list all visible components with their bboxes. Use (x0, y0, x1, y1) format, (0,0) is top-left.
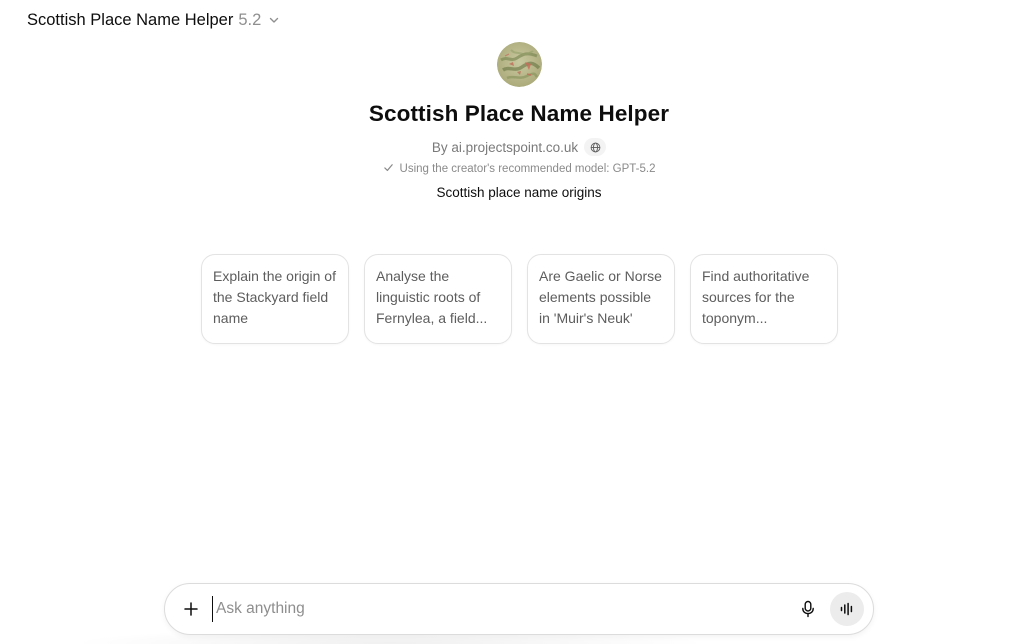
recommended-model-note: Using the creator's recommended model: G… (383, 162, 656, 176)
conversation-starters: Explain the origin of the Stackyard fiel… (201, 254, 838, 344)
gpt-description: Scottish place name origins (436, 185, 602, 200)
message-input[interactable] (212, 596, 794, 622)
gpt-avatar (496, 42, 542, 87)
gpt-name: Scottish Place Name Helper (27, 10, 234, 29)
creator-link-text: By ai.projectspoint.co.uk (431, 139, 579, 155)
gpt-intro: Scottish Place Name Helper By ai.project… (0, 42, 1024, 200)
starter-card[interactable]: Explain the origin of the Stackyard fiel… (201, 254, 349, 344)
message-composer (164, 583, 874, 635)
creator-byline: By ai.projectspoint.co.uk (431, 138, 607, 156)
starter-text: Explain the origin of the Stackyard fiel… (213, 268, 336, 326)
voice-mode-icon[interactable] (830, 592, 864, 626)
starter-text: Analyse the linguistic roots of Fernylea… (376, 268, 488, 326)
model-version: 5.2 (238, 10, 262, 29)
plus-icon[interactable] (178, 596, 204, 622)
gpt-title: Scottish Place Name Helper (368, 101, 670, 126)
globe-icon[interactable] (584, 138, 607, 156)
starter-text: Are Gaelic or Norse elements possible in… (539, 268, 662, 326)
starter-card[interactable]: Find authoritative sources for the topon… (690, 254, 838, 344)
starter-text: Find authoritative sources for the topon… (702, 268, 810, 326)
check-icon (383, 162, 394, 176)
model-note-text: Using the creator's recommended model: G… (399, 163, 656, 175)
microphone-icon[interactable] (794, 595, 822, 623)
gpt-selector[interactable]: Scottish Place Name Helper 5.2 (27, 9, 280, 31)
starter-card[interactable]: Analyse the linguistic roots of Fernylea… (364, 254, 512, 344)
chat-page: Scottish Place Name Helper 5.2 Scottish … (0, 0, 1024, 644)
starter-card[interactable]: Are Gaelic or Norse elements possible in… (527, 254, 675, 344)
chevron-down-icon (268, 14, 280, 26)
